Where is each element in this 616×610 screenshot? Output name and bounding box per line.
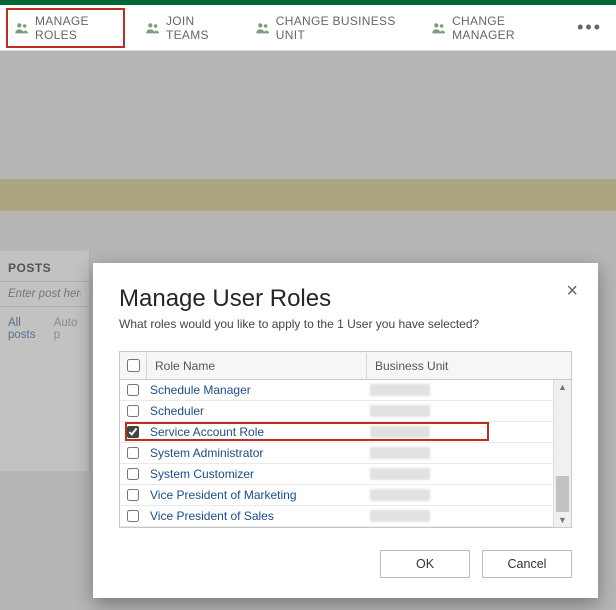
roles-grid: Role Name Business Unit Schedule Manager…: [119, 351, 572, 528]
bu-cell: [366, 405, 540, 417]
role-name-cell: System Administrator: [146, 446, 366, 460]
dialog-title: Manage User Roles: [119, 285, 572, 313]
scroll-up-icon[interactable]: ▲: [554, 380, 571, 394]
row-checkbox[interactable]: [127, 426, 139, 438]
bu-cell: [366, 510, 540, 522]
people-icon: [145, 20, 161, 36]
close-button[interactable]: ×: [566, 281, 578, 301]
people-icon: [431, 20, 447, 36]
people-icon: [14, 20, 30, 36]
role-name-cell: Schedule Manager: [146, 383, 366, 397]
row-checkbox[interactable]: [127, 510, 139, 522]
role-name-cell: Vice President of Marketing: [146, 488, 366, 502]
manage-roles-dialog: × Manage User Roles What roles would you…: [93, 263, 598, 598]
table-row[interactable]: Schedule Manager: [120, 380, 571, 401]
bu-cell: [366, 489, 540, 501]
role-name-cell: System Customizer: [146, 467, 366, 481]
role-name-cell: Service Account Role: [146, 425, 366, 439]
content-area: POSTS All posts Auto p × Manage User Rol…: [0, 51, 616, 610]
col-role-name[interactable]: Role Name: [146, 353, 366, 379]
col-business-unit[interactable]: Business Unit: [366, 353, 540, 379]
table-row[interactable]: System Administrator: [120, 443, 571, 464]
cmd-join-teams[interactable]: JOIN TEAMS: [137, 8, 235, 48]
scroll-down-icon[interactable]: ▼: [554, 513, 571, 527]
cmd-label: MANAGE ROLES: [35, 14, 117, 42]
select-all-checkbox[interactable]: [127, 359, 140, 372]
cmd-label: JOIN TEAMS: [166, 14, 227, 42]
table-row[interactable]: Vice President of Marketing: [120, 485, 571, 506]
cmd-label: CHANGE MANAGER: [452, 14, 551, 42]
people-icon: [255, 20, 271, 36]
grid-body: Schedule Manager Scheduler Service Account…: [120, 380, 571, 527]
table-row[interactable]: Service Account Role: [120, 422, 571, 443]
dialog-subtitle: What roles would you like to apply to th…: [119, 317, 572, 331]
table-row[interactable]: Scheduler: [120, 401, 571, 422]
row-checkbox[interactable]: [127, 447, 139, 459]
cmd-overflow[interactable]: •••: [571, 17, 608, 38]
cmd-change-bu[interactable]: CHANGE BUSINESS UNIT: [247, 8, 411, 48]
grid-header: Role Name Business Unit: [120, 352, 571, 380]
bu-cell: [366, 384, 540, 396]
ok-button[interactable]: OK: [380, 550, 470, 578]
bu-cell: [366, 426, 540, 438]
table-row[interactable]: System Customizer: [120, 464, 571, 485]
row-checkbox[interactable]: [127, 489, 139, 501]
cmd-label: CHANGE BUSINESS UNIT: [276, 14, 403, 42]
bu-cell: [366, 468, 540, 480]
cmd-manage-roles[interactable]: MANAGE ROLES: [6, 8, 125, 48]
scrollbar[interactable]: ▲ ▼: [553, 380, 571, 527]
scroll-thumb[interactable]: [556, 476, 569, 512]
row-checkbox[interactable]: [127, 468, 139, 480]
role-name-cell: Scheduler: [146, 404, 366, 418]
cmd-change-manager[interactable]: CHANGE MANAGER: [423, 8, 559, 48]
cancel-button[interactable]: Cancel: [482, 550, 572, 578]
row-checkbox[interactable]: [127, 405, 139, 417]
role-name-cell: Vice President of Sales: [146, 509, 366, 523]
bu-cell: [366, 447, 540, 459]
command-bar: MANAGE ROLES JOIN TEAMS CHANGE BUSINESS …: [0, 5, 616, 51]
row-checkbox[interactable]: [127, 384, 139, 396]
dialog-buttons: OK Cancel: [119, 550, 572, 578]
table-row[interactable]: Vice President of Sales: [120, 506, 571, 527]
